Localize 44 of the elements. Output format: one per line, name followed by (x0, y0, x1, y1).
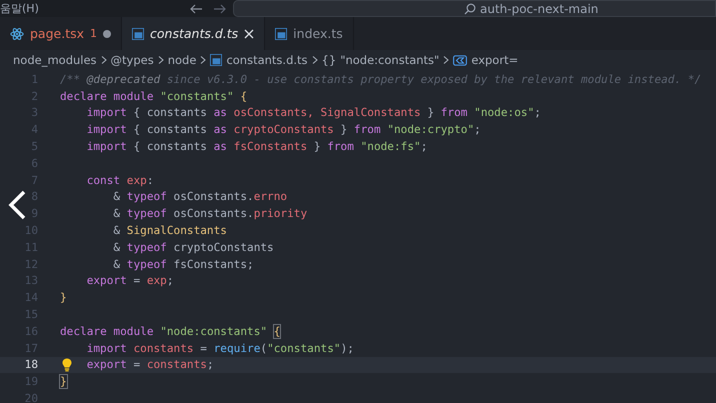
chevron-left-icon[interactable] (8, 190, 26, 220)
code-text: export = constants; (86, 358, 214, 372)
code-text: declare module "constants" { (60, 90, 248, 103)
breadcrumb-item[interactable]: node_modules (13, 53, 97, 67)
breadcrumb-item[interactable]: @types (110, 53, 154, 67)
breadcrumb-item[interactable]: export= (471, 53, 518, 67)
code-text: } (60, 291, 67, 304)
chevron-right-icon (312, 56, 318, 64)
line-number: 18 (24, 358, 38, 372)
typescript-file-icon (275, 28, 288, 40)
atom-icon (10, 26, 24, 40)
code-text: import { constants as fsConstants } from "node:fs"; (86, 140, 428, 154)
editor-tab[interactable]: constants.d.ts (122, 17, 266, 50)
code-text: import constants = require("constants"); (86, 342, 354, 355)
chevron-right-icon (158, 56, 164, 64)
help-menu[interactable]: 움말(H) (0, 1, 190, 16)
forward-arrow-icon[interactable] (213, 4, 226, 14)
breadcrumb-item[interactable]: node (168, 53, 196, 67)
chevron-right-icon (100, 56, 107, 64)
code-text: & typeof osConstants.priority (113, 207, 308, 220)
search-icon (464, 2, 476, 14)
chevron-right-icon (200, 56, 206, 64)
code-text: declare module "node:constants" { (60, 324, 280, 338)
code-text: export = exp; (86, 274, 174, 288)
search-field[interactable]: auth-poc-next-main (233, 0, 716, 17)
code-text: & SignalConstants (113, 224, 227, 238)
breadcrumb-item[interactable]: constants.d.ts (226, 53, 308, 67)
code-text: import { constants as cryptoConstants } from "node:crypto"; (86, 123, 481, 136)
close-icon[interactable] (244, 28, 254, 38)
braces-symbol: {} (322, 53, 336, 67)
code-text: import { constants as osConstants, SignalConstants } from "node:os"; (86, 106, 541, 120)
code-text: const exp: (86, 174, 154, 187)
code-text: & typeof osConstants.errno (113, 190, 288, 204)
code-text: & typeof fsConstants; (113, 258, 254, 271)
breadcrumb-item[interactable]: "node:constants" (340, 53, 440, 67)
lightbulb-icon[interactable] (62, 358, 72, 372)
code-text: /** @deprecated since v6.3.0 - use constants property exposed by the relevant module instead. */ (60, 72, 702, 86)
back-arrow-icon[interactable] (190, 4, 203, 14)
code-text: & typeof cryptoConstants (113, 240, 274, 254)
chevron-right-icon (443, 56, 450, 64)
variable-icon (453, 54, 468, 66)
code-text: } (60, 375, 67, 388)
typescript-file-icon (210, 54, 222, 66)
typescript-file-icon (132, 28, 144, 40)
